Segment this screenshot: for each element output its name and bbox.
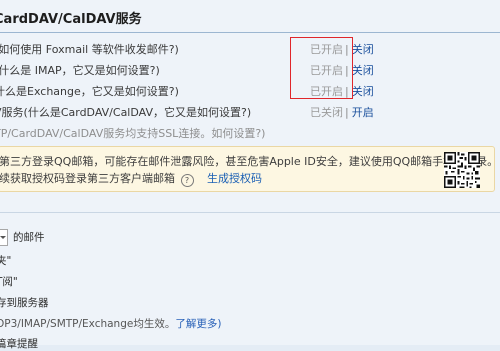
option-save-to-server-text: 存到服务器 [0, 297, 49, 309]
learn-more-link[interactable]: 了解更多) [175, 318, 221, 330]
service-state-carddav: 已关闭 [310, 106, 343, 119]
section-divider [0, 212, 500, 213]
settings-panel: CardDAV/CalDAV服务 (如何使用 Foxmail 等软件收发邮件?)… [0, 0, 500, 350]
service-toggle-carddav[interactable]: 开启 [352, 106, 374, 119]
service-row-pop3: (如何使用 Foxmail 等软件收发邮件?) 已开启 | 关闭 [0, 42, 374, 57]
option-save-to-server: 存到服务器 [0, 295, 49, 310]
service-label-pop3: (如何使用 Foxmail 等软件收发邮件?) [0, 43, 179, 56]
service-row-imap: (什么是 IMAP，它又是如何设置?) 已开启 | 关闭 [0, 63, 374, 78]
option-reminder-text: 篇章提醒 [0, 338, 38, 350]
service-label-carddav: V服务 [0, 106, 24, 119]
generate-auth-code-link[interactable]: 生成授权码 [207, 172, 262, 185]
service-toggle-exchange[interactable]: 关闭 [352, 85, 374, 98]
notice-line2: 续获取授权码登录第三方客户端邮箱 ? 生成授权码 [0, 170, 262, 187]
option-fetch-mail: 的邮件 [0, 229, 45, 246]
title-divider [0, 32, 500, 33]
service-label-imap: (什么是 IMAP，它又是如何设置?) [0, 64, 160, 77]
option-folder: 夹" [0, 253, 11, 268]
option-subscription: T阅" [0, 274, 18, 289]
qr-code-icon [444, 152, 480, 188]
option-protocol-note-text: OP3/IMAP/SMTP/Exchange均生效。 [0, 318, 176, 330]
highlight-box [290, 37, 353, 99]
security-notice: 第三方登录QQ邮箱，可能存在邮件泄露风险，甚至危害Apple ID安全，建议使用… [0, 146, 499, 192]
notice-line1: 第三方登录QQ邮箱，可能存在邮件泄露风险，甚至危害Apple ID安全，建议使用… [0, 155, 499, 168]
notice-line2-text: 续获取授权码登录第三方客户端邮箱 [0, 172, 175, 185]
option-reminder: 篇章提醒 [0, 336, 38, 351]
section-title: CardDAV/CalDAV服务 [0, 12, 142, 27]
option-fetch-mail-text: 的邮件 [13, 231, 45, 244]
option-folder-text: 夹" [0, 255, 12, 267]
help-icon[interactable]: ? [180, 174, 194, 187]
option-protocol-note: OP3/IMAP/SMTP/Exchange均生效。了解更多) [0, 316, 221, 331]
service-toggle-imap[interactable]: 关闭 [352, 64, 374, 77]
service-row-carddav: V服务(什么是CardDAV/CalDAV，它又是如何设置?) 已关闭|开启 [0, 105, 374, 120]
carddav-help-link[interactable]: (什么是CardDAV/CalDAV，它又是如何设置?) [24, 106, 252, 119]
status-separator: | [345, 106, 349, 119]
option-subscription-text: T阅" [0, 276, 18, 288]
service-label-exchange: 什么是Exchange，它又是如何设置?) [0, 85, 179, 98]
service-status-carddav: 已关闭 | 开启 [310, 105, 374, 120]
service-toggle-pop3[interactable]: 关闭 [352, 43, 374, 56]
service-row-exchange: 什么是Exchange，它又是如何设置?) 已开启 | 关闭 [0, 84, 374, 99]
range-select[interactable] [0, 229, 8, 246]
ssl-note: TP/CardDAV/CalDAV服务均支持SSL连接。如何设置?) [0, 127, 266, 140]
